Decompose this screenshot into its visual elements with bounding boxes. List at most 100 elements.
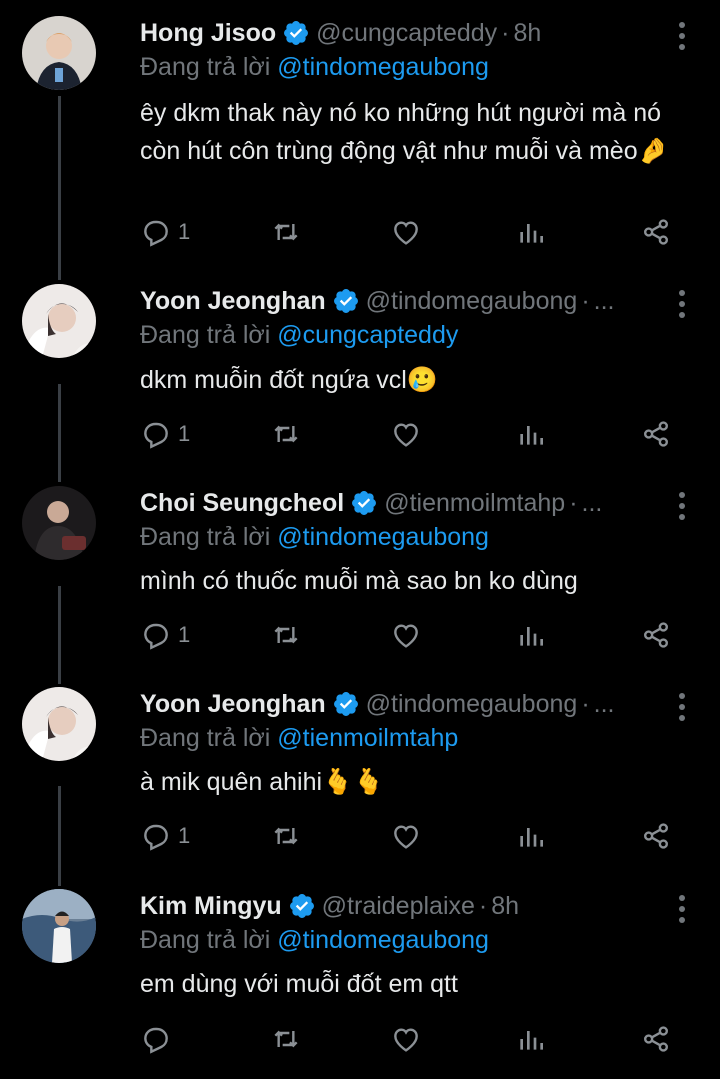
share-button[interactable]: [640, 416, 672, 452]
views-button[interactable]: [515, 818, 547, 854]
reply-button[interactable]: 1: [140, 617, 190, 653]
replying-to: Đang trả lời @tindomegaubong: [140, 53, 489, 82]
heart-icon: [394, 624, 418, 648]
tweet-text: mình có thuốc muỗi mà sao bn ko dùng: [140, 567, 578, 595]
reply-button[interactable]: 1: [140, 214, 190, 250]
share-icon: [644, 1026, 668, 1052]
reply-count: 1: [178, 622, 191, 647]
verified-badge-icon: [350, 489, 378, 517]
tweet-text: dkm muỗin đốt ngứa vcl🥲: [140, 366, 438, 394]
more-options-icon[interactable]: [678, 290, 686, 318]
separator-dot: ·: [581, 689, 590, 718]
tweet[interactable]: Yoon Jeonghan @tindomegaubong · ... Đang…: [0, 268, 720, 472]
handle[interactable]: @traideplaixe: [322, 892, 475, 921]
reply-icon: [144, 623, 168, 650]
tweet-header: Yoon Jeonghan @tindomegaubong · ...: [140, 284, 662, 318]
like-button[interactable]: [390, 617, 422, 653]
replying-to-label: Đang trả lời: [140, 724, 271, 752]
verified-badge-icon: [288, 892, 316, 920]
share-button[interactable]: [640, 1021, 672, 1057]
reply-mention[interactable]: @tindomegaubong: [277, 926, 489, 954]
tweet[interactable]: Hong Jisoo @cungcapteddy · 8h Đang trả l…: [0, 0, 720, 280]
handle[interactable]: @tindomegaubong: [366, 690, 578, 719]
display-name[interactable]: Yoon Jeonghan: [140, 287, 326, 316]
replying-to: Đang trả lời @tindomegaubong: [140, 926, 489, 955]
reply-icon: [144, 422, 168, 449]
action-bar: 1: [140, 214, 680, 250]
reply-mention[interactable]: @tienmoilmtahp: [277, 724, 458, 752]
action-bar: 1: [140, 617, 680, 653]
reply-button[interactable]: 1: [140, 818, 190, 854]
avatar[interactable]: [22, 16, 96, 90]
replying-to: Đang trả lời @tindomegaubong: [140, 523, 489, 552]
tweet[interactable]: Yoon Jeonghan @tindomegaubong · ... Đang…: [0, 671, 720, 875]
retweet-button[interactable]: [270, 214, 302, 250]
retweet-button[interactable]: [270, 818, 302, 854]
reply-button[interactable]: [140, 1021, 178, 1057]
separator-dot: ·: [478, 891, 488, 920]
like-button[interactable]: [390, 214, 422, 250]
retweet-icon: [274, 223, 298, 241]
verified-badge-icon: [282, 19, 310, 47]
display-name[interactable]: Hong Jisoo: [140, 19, 276, 48]
timestamp[interactable]: ...: [582, 489, 603, 518]
timestamp[interactable]: ...: [594, 690, 615, 719]
tweet-header: Kim Mingyu @traideplaixe · 8h: [140, 889, 662, 923]
timestamp[interactable]: 8h: [514, 19, 542, 48]
share-icon: [644, 823, 668, 849]
timestamp[interactable]: 8h: [491, 892, 519, 921]
share-button[interactable]: [640, 214, 672, 250]
reply-mention[interactable]: @tindomegaubong: [277, 523, 489, 551]
separator-dot: ·: [501, 18, 510, 47]
heart-icon: [394, 423, 418, 447]
heart-icon: [394, 825, 418, 849]
replying-to: Đang trả lời @cungcapteddy: [140, 321, 458, 350]
replying-to-label: Đang trả lời: [140, 321, 271, 349]
retweet-button[interactable]: [270, 617, 302, 653]
handle[interactable]: @cungcapteddy: [316, 19, 497, 48]
retweet-button[interactable]: [270, 416, 302, 452]
more-options-icon[interactable]: [678, 22, 686, 50]
reply-mention[interactable]: @cungcapteddy: [277, 321, 458, 349]
more-options-icon[interactable]: [678, 492, 686, 520]
display-name[interactable]: Yoon Jeonghan: [140, 690, 326, 719]
like-button[interactable]: [390, 416, 422, 452]
replying-to-label: Đang trả lời: [140, 926, 271, 954]
share-button[interactable]: [640, 617, 672, 653]
more-options-icon[interactable]: [678, 693, 686, 721]
tweet-header: Yoon Jeonghan @tindomegaubong · ...: [140, 687, 662, 721]
tweet-header: Hong Jisoo @cungcapteddy · 8h: [140, 16, 662, 50]
action-bar: 1: [140, 416, 680, 452]
reply-icon: [144, 1027, 168, 1054]
timestamp[interactable]: ...: [594, 287, 615, 316]
retweet-button[interactable]: [270, 1021, 302, 1057]
avatar[interactable]: [22, 486, 96, 560]
replying-to-label: Đang trả lời: [140, 53, 271, 81]
reply-mention[interactable]: @tindomegaubong: [277, 53, 489, 81]
share-button[interactable]: [640, 818, 672, 854]
views-button[interactable]: [515, 416, 547, 452]
verified-badge-icon: [332, 690, 360, 718]
tweet[interactable]: Choi Seungcheol @tienmoilmtahp · ... Đan…: [0, 470, 720, 674]
avatar[interactable]: [22, 284, 96, 358]
avatar[interactable]: [22, 687, 96, 761]
like-button[interactable]: [390, 1021, 422, 1057]
heart-icon: [394, 221, 418, 245]
views-button[interactable]: [515, 1021, 547, 1057]
avatar[interactable]: [22, 889, 96, 963]
display-name[interactable]: Choi Seungcheol: [140, 489, 344, 518]
views-button[interactable]: [515, 617, 547, 653]
reply-count: 1: [178, 823, 191, 848]
handle[interactable]: @tienmoilmtahp: [384, 489, 565, 518]
tweet-text: à mik quên ahihi🫰🫰: [140, 768, 385, 796]
reply-icon: [144, 824, 168, 851]
like-button[interactable]: [390, 818, 422, 854]
more-options-icon[interactable]: [678, 895, 686, 923]
handle[interactable]: @tindomegaubong: [366, 287, 578, 316]
views-button[interactable]: [515, 214, 547, 250]
tweet[interactable]: Kim Mingyu @traideplaixe · 8h Đang trả l…: [0, 873, 720, 1079]
views-chart-icon: [520, 828, 543, 847]
reply-button[interactable]: 1: [140, 416, 190, 452]
display-name[interactable]: Kim Mingyu: [140, 892, 282, 921]
share-icon: [644, 421, 668, 447]
